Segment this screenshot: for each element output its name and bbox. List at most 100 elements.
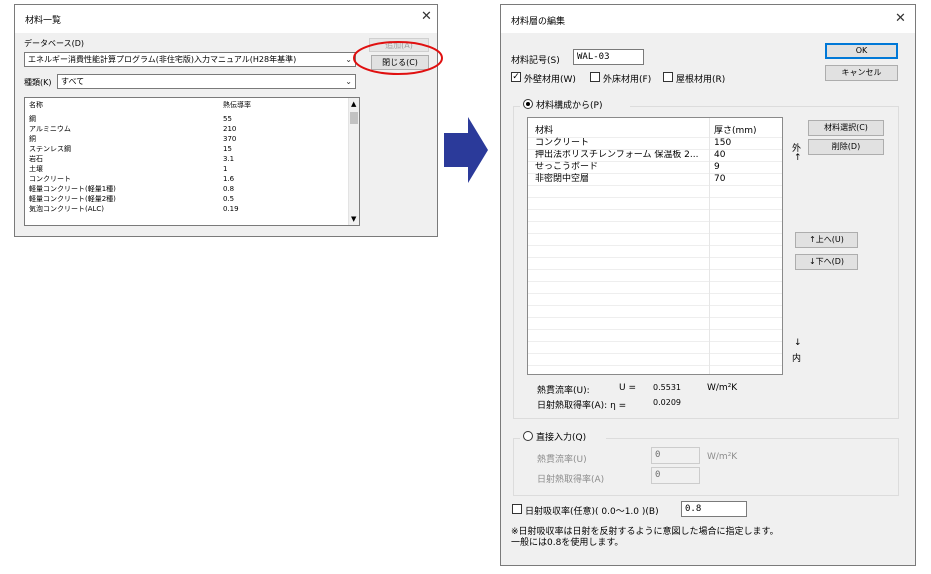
item-value: 210 xyxy=(223,125,237,133)
list-item[interactable]: 鋼 55 xyxy=(25,115,359,124)
database-value: エネルギー消費性能計算プログラム(非住宅版)入力マニュアル(H28年基準) xyxy=(28,55,297,64)
title-bar: 材料層の編集 ✕ xyxy=(501,5,915,33)
absorption-input[interactable]: 0.8 xyxy=(681,501,747,517)
cancel-button[interactable]: キャンセル xyxy=(825,65,898,81)
scroll-up-icon[interactable]: ▲ xyxy=(351,100,356,108)
grid-header-material[interactable]: 材料 xyxy=(535,126,553,137)
list-item[interactable]: 銅 370 xyxy=(25,135,359,144)
category-label: 種類(K) xyxy=(24,78,52,87)
composition-radio-wrap: 材料構成から(P) xyxy=(520,97,630,111)
list-item[interactable]: ステンレス鋼 15 xyxy=(25,145,359,154)
category-value: すべて xyxy=(61,77,85,86)
u-unit: W/m²K xyxy=(707,383,738,393)
exterior-floor-label: 外床材用(F) xyxy=(603,75,652,85)
direct-u-input[interactable]: 0 xyxy=(651,447,700,464)
composition-radio-label: 材料構成から(P) xyxy=(536,101,603,111)
composition-radio[interactable] xyxy=(523,99,533,109)
category-select[interactable]: すべて ⌄ xyxy=(57,74,356,89)
delete-button[interactable]: 削除(D) xyxy=(808,139,884,155)
u-value: 0.5531 xyxy=(653,383,681,392)
column-header-name[interactable]: 名称 xyxy=(29,101,43,110)
item-name: 鋼 xyxy=(29,115,36,123)
grid-row[interactable]: 押出法ポリスチレンフォーム 保温板 2... 40 xyxy=(528,150,782,161)
material-listview[interactable]: 名称 熱伝導率 鋼 55 アルミニウム 210 銅 370 ステンレス鋼 15 岩石 3.… xyxy=(24,97,360,226)
direct-eta-input[interactable]: 0 xyxy=(651,467,700,484)
direct-u-label: 熱貫流率(U) xyxy=(537,455,587,465)
grid-thickness: 150 xyxy=(714,138,732,148)
item-name: アルミニウム xyxy=(29,125,71,133)
direct-eta-label: 日射熱取得率(A) xyxy=(537,475,605,485)
scroll-thumb[interactable] xyxy=(350,112,358,124)
note-line-2: 一般には0.8を使用します。 xyxy=(511,538,624,548)
grid-row[interactable]: コンクリート 150 xyxy=(528,138,782,149)
grid-header-thickness[interactable]: 厚さ(mm) xyxy=(714,126,757,137)
dialog-title: 材料層の編集 xyxy=(511,17,566,27)
move-up-button[interactable]: ↑上へ(U) xyxy=(795,232,858,248)
item-name: 軽量コンクリート(軽量2種) xyxy=(29,195,116,203)
item-name: ステンレス鋼 xyxy=(29,145,71,153)
direct-u-unit: W/m²K xyxy=(707,452,738,462)
material-layer-grid[interactable]: 材料 厚さ(mm) コンクリート 150 押出法ポリスチレンフォーム 保温板 2… xyxy=(527,117,783,375)
item-value: 0.8 xyxy=(223,185,235,193)
list-item[interactable]: アルミニウム 210 xyxy=(25,125,359,134)
list-item[interactable]: 岩石 3.1 xyxy=(25,155,359,164)
up-arrow-icon: ↑ xyxy=(794,153,802,163)
grid-thickness: 9 xyxy=(714,162,720,172)
vertical-scrollbar[interactable]: ▲ ▼ xyxy=(348,98,359,225)
eta-label: 日射熱取得率(A): η = xyxy=(537,401,627,411)
column-header-conductivity[interactable]: 熱伝導率 xyxy=(223,101,251,110)
item-value: 1.6 xyxy=(223,175,235,183)
list-item[interactable]: 気泡コンクリート(ALC) 0.19 xyxy=(25,205,359,214)
item-name: 岩石 xyxy=(29,155,43,163)
item-value: 370 xyxy=(223,135,237,143)
item-value: 55 xyxy=(223,115,232,123)
list-item[interactable]: 軽量コンクリート(軽量2種) 0.5 xyxy=(25,195,359,204)
material-code-label: 材料記号(S) xyxy=(511,56,560,66)
grid-material-name: 非密閉中空層 xyxy=(535,174,590,184)
u-symbol: U = xyxy=(619,383,636,393)
select-material-button[interactable]: 材料選択(C) xyxy=(808,120,884,136)
absorption-label: 日射吸収率(任意)( 0.0～1.0 )(B) xyxy=(525,507,659,517)
item-name: 土壌 xyxy=(29,165,43,173)
list-item[interactable]: 土壌 1 xyxy=(25,165,359,174)
down-arrow-icon: ↓ xyxy=(794,338,802,348)
roof-label: 屋根材用(R) xyxy=(676,75,726,85)
grid-thickness: 40 xyxy=(714,150,726,160)
exterior-floor-checkbox[interactable] xyxy=(590,72,600,82)
roof-checkbox[interactable] xyxy=(663,72,673,82)
item-name: 銅 xyxy=(29,135,36,143)
close-icon[interactable]: ✕ xyxy=(895,11,906,26)
highlight-circle xyxy=(353,41,443,75)
ok-button[interactable]: OK xyxy=(825,43,898,59)
direct-radio-wrap: 直接入力(Q) xyxy=(520,429,606,443)
item-value: 0.19 xyxy=(223,205,239,213)
material-layer-editor-dialog: 材料層の編集 ✕ 材料記号(S) WAL-03 OK キャンセル ✓ 外壁材用(… xyxy=(500,4,916,566)
transition-arrow-icon xyxy=(444,117,488,183)
dialog-title: 材料一覧 xyxy=(25,16,62,26)
exterior-wall-checkbox[interactable]: ✓ xyxy=(511,72,521,82)
grid-material-name: コンクリート xyxy=(535,138,590,148)
list-item[interactable]: コンクリート 1.6 xyxy=(25,175,359,184)
scroll-down-icon[interactable]: ▼ xyxy=(351,215,356,223)
material-code-input[interactable]: WAL-03 xyxy=(573,49,644,65)
exterior-wall-label: 外壁材用(W) xyxy=(524,75,576,85)
title-bar: 材料一覧 ✕ xyxy=(15,5,437,33)
direct-radio[interactable] xyxy=(523,431,533,441)
list-item[interactable]: 軽量コンクリート(軽量1種) 0.8 xyxy=(25,185,359,194)
u-value-label: 熱貫流率(U): xyxy=(537,386,590,396)
grid-material-name: 押出法ポリスチレンフォーム 保温板 2... xyxy=(535,150,699,160)
eta-value: 0.0209 xyxy=(653,398,681,407)
item-value: 1 xyxy=(223,165,228,173)
item-value: 15 xyxy=(223,145,232,153)
close-icon[interactable]: ✕ xyxy=(421,9,432,24)
grid-row[interactable]: せっこうボード 9 xyxy=(528,162,782,173)
item-name: 気泡コンクリート(ALC) xyxy=(29,205,105,213)
absorption-checkbox[interactable] xyxy=(512,504,522,514)
item-value: 0.5 xyxy=(223,195,235,203)
move-down-button[interactable]: ↓下へ(D) xyxy=(795,254,858,270)
database-select[interactable]: エネルギー消費性能計算プログラム(非住宅版)入力マニュアル(H28年基準) ⌄ xyxy=(24,52,356,67)
inside-label: 内 xyxy=(792,354,802,364)
item-name: コンクリート xyxy=(29,175,71,183)
grid-row[interactable]: 非密閉中空層 70 xyxy=(528,174,782,185)
direct-radio-label: 直接入力(Q) xyxy=(536,433,587,443)
